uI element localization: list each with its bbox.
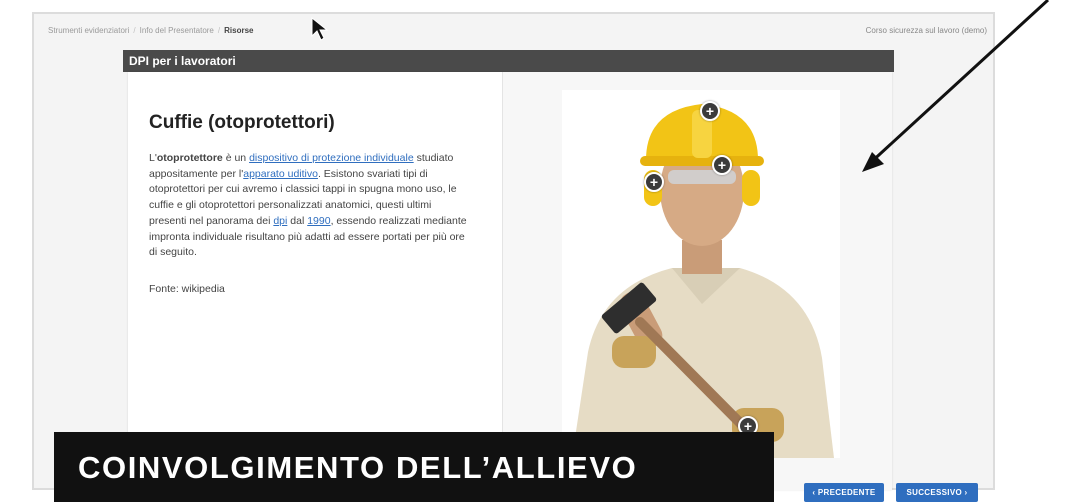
annotation-arrow-line bbox=[866, 0, 1050, 167]
annotation-overlay bbox=[311, 0, 1050, 172]
mouse-cursor-icon bbox=[311, 16, 329, 41]
